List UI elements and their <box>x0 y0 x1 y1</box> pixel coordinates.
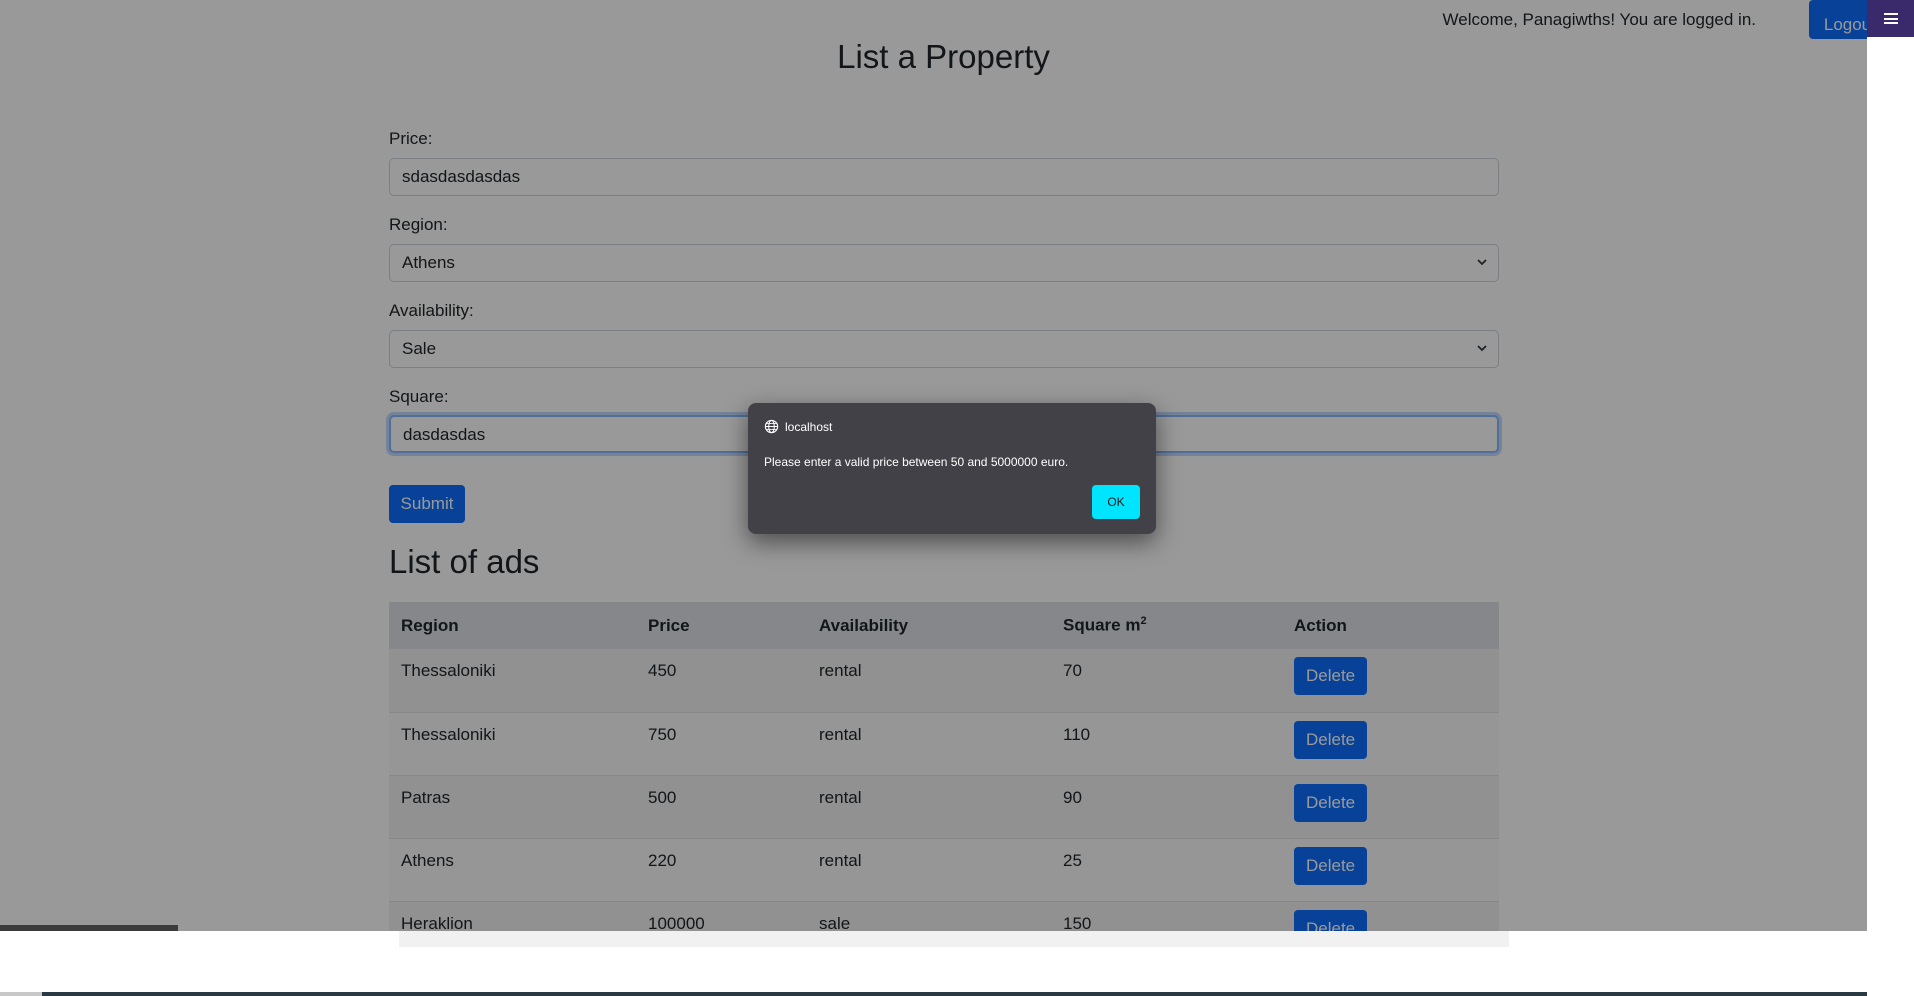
scroll-indicator <box>0 925 178 931</box>
globe-icon <box>764 419 779 434</box>
hamburger-menu-button[interactable] <box>1867 0 1914 37</box>
dialog-origin-text: localhost <box>785 419 833 434</box>
taskbar-accent <box>0 992 42 996</box>
horizontal-scrollbar[interactable] <box>399 931 1509 947</box>
dialog-origin: localhost <box>764 419 832 434</box>
hamburger-menu-icon <box>1883 13 1898 24</box>
dialog-ok-button[interactable]: OK <box>1092 485 1140 519</box>
taskbar-edge <box>0 992 1914 996</box>
right-gutter <box>1867 0 1914 996</box>
alert-dialog: localhost Please enter a valid price bet… <box>748 403 1156 534</box>
dialog-message: Please enter a valid price between 50 an… <box>764 455 1069 469</box>
